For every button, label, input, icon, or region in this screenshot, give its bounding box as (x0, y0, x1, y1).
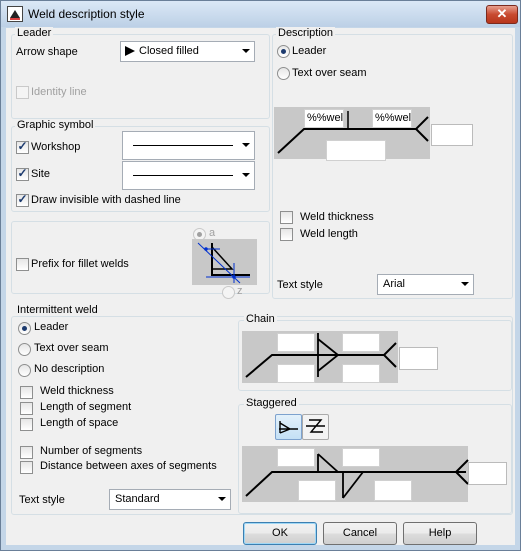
staggered-style-1-button[interactable] (275, 414, 302, 440)
int-text-style-combo[interactable]: Standard (109, 489, 231, 510)
workshop-line-sample (133, 145, 233, 146)
weld-app-icon (7, 6, 23, 22)
desc-weld-length-checkbox[interactable] (280, 228, 293, 241)
int-text-style-label: Text style (19, 494, 65, 506)
chain-weld-diagram (245, 333, 397, 378)
workshop-checkbox[interactable]: ✓ (16, 139, 29, 154)
desc-text-style-value: Arial (383, 278, 406, 290)
prefix-label: Prefix for fillet welds (31, 258, 129, 270)
leader-group-label: Leader (15, 27, 54, 39)
cancel-button[interactable]: Cancel (323, 522, 397, 545)
int-distance-checkbox[interactable] (20, 461, 33, 474)
intermittent-group-label: Intermittent weld (15, 304, 100, 316)
desc-weld-thickness-checkbox[interactable] (280, 211, 293, 224)
int-leader-label: Leader (34, 321, 69, 333)
site-label: Site (31, 168, 50, 180)
graphic-symbol-group-label: Graphic symbol (15, 119, 96, 131)
desc-weld-thickness-label: Weld thickness (300, 211, 374, 223)
desc-tail-box (431, 124, 473, 146)
staggered-weld-diagram (245, 453, 469, 499)
arrow-shape-value: Closed filled (139, 45, 199, 57)
int-distance-label: Distance between axes of segments (40, 460, 217, 472)
radio-a-label: a (209, 227, 216, 239)
staggered-symmetric-icon (279, 421, 298, 434)
int-length-of-segment-label: Length of segment (40, 401, 132, 413)
staggered-tail-box (468, 462, 507, 485)
close-icon: ✕ (496, 6, 508, 21)
window-title: Weld description style (28, 7, 145, 21)
closed-filled-arrow-icon (125, 46, 135, 56)
chevron-down-icon (242, 173, 250, 177)
int-text-over-seam-radio[interactable] (18, 343, 31, 356)
desc-text-style-label: Text style (277, 279, 323, 291)
checkmark-icon: ✓ (17, 139, 28, 153)
chevron-down-icon (242, 49, 250, 53)
workshop-line-combo[interactable] (122, 131, 255, 160)
desc-weld-length-label: Weld length (300, 228, 358, 240)
chevron-down-icon (242, 143, 250, 147)
desc-leader-label: Leader (292, 45, 327, 57)
chain-tail-box (399, 347, 438, 370)
int-length-of-segment-checkbox[interactable] (20, 402, 33, 415)
close-button[interactable]: ✕ (486, 5, 518, 24)
staggered-preview (242, 446, 469, 502)
int-weld-thickness-label: Weld thickness (40, 385, 114, 397)
identity-line-label: Identity line (31, 86, 87, 98)
int-leader-radio[interactable] (18, 322, 31, 335)
dashed-line-checkbox[interactable]: ✓ (16, 192, 29, 207)
int-weld-thickness-checkbox[interactable] (20, 386, 33, 399)
int-text-style-value: Standard (115, 493, 160, 505)
description-preview: %%weld %%weld (274, 107, 430, 161)
desc-leader-radio[interactable] (277, 45, 290, 58)
radio-z-label: z (237, 285, 243, 297)
chain-preview (242, 331, 398, 383)
fillet-weld-diagram (197, 242, 250, 284)
ok-button[interactable]: OK (243, 522, 317, 545)
int-text-over-seam-label: Text over seam (34, 342, 109, 354)
dialog-window: Weld description style ✕ Leader Arrow sh… (0, 0, 521, 551)
workshop-label: Workshop (31, 141, 81, 153)
chain-group-label: Chain (244, 313, 277, 325)
help-button[interactable]: Help (403, 522, 477, 545)
dashed-line-label: Draw invisible with dashed line (31, 194, 181, 206)
identity-line-checkbox[interactable] (16, 86, 29, 99)
fillet-weld-preview (192, 239, 257, 285)
desc-text-style-combo[interactable]: Arial (377, 274, 474, 295)
site-line-combo[interactable] (122, 161, 255, 190)
chevron-down-icon (218, 497, 226, 501)
site-checkbox[interactable]: ✓ (16, 166, 29, 181)
dialog-client: Leader Arrow shape Closed filled Identit… (6, 27, 515, 545)
prefix-checkbox[interactable] (16, 258, 29, 271)
desc-text-over-seam-label: Text over seam (292, 67, 367, 79)
int-no-description-radio[interactable] (18, 364, 31, 377)
radio-z[interactable] (222, 286, 235, 299)
arrow-shape-label: Arrow shape (16, 46, 78, 58)
int-length-of-space-checkbox[interactable] (20, 418, 33, 431)
desc-text-over-seam-radio[interactable] (277, 67, 290, 80)
staggered-zigzag-icon (306, 419, 325, 433)
chevron-down-icon (461, 282, 469, 286)
checkmark-icon: ✓ (17, 192, 28, 206)
description-group-label: Description (276, 27, 336, 39)
staggered-group-label: Staggered (244, 397, 299, 409)
title-bar[interactable]: Weld description style ✕ (1, 1, 520, 27)
arrow-shape-combo[interactable]: Closed filled (120, 41, 255, 62)
int-number-of-segments-label: Number of segments (40, 445, 143, 457)
int-number-of-segments-checkbox[interactable] (20, 446, 33, 459)
int-no-description-label: No description (34, 363, 105, 375)
site-line-sample (133, 175, 233, 176)
checkmark-icon: ✓ (17, 166, 28, 180)
int-length-of-space-label: Length of space (40, 417, 119, 429)
staggered-style-2-button[interactable] (302, 414, 329, 440)
weld-symbol-diagram (277, 111, 429, 154)
